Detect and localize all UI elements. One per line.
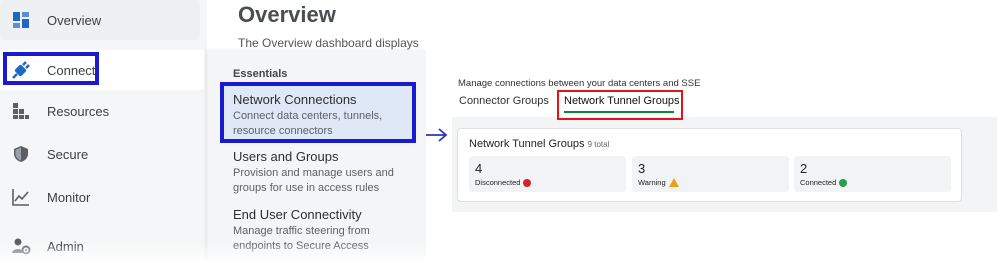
stat-value: 3	[638, 161, 646, 176]
stat-label-row: Warning	[638, 178, 679, 187]
warning-icon	[668, 178, 679, 187]
stat-label-row: Connected	[800, 178, 848, 187]
connect-flyout-menu: Essentials Network Connections Connect d…	[208, 50, 426, 261]
stat-value: 2	[800, 161, 808, 176]
connect-highlight-box	[3, 52, 99, 85]
network-tunnel-groups-screenshot: Manage connections between your data cen…	[452, 71, 997, 212]
navigation-screenshot: Overview Connect Resources Secure Monito	[0, 0, 426, 261]
bottom-fade	[0, 243, 426, 261]
menu-item-network-connections[interactable]: Network Connections Connect data centers…	[233, 92, 413, 139]
connections-description: Manage connections between your data cen…	[458, 78, 701, 89]
sidebar: Overview Connect Resources Secure Monito	[0, 0, 207, 261]
stat-label: Connected	[800, 178, 837, 187]
stat-label: Disconnected	[475, 178, 521, 187]
menu-item-description: Provision and manage users and groups fo…	[233, 167, 394, 194]
resources-icon	[11, 101, 31, 121]
connections-header: Manage connections between your data cen…	[452, 71, 997, 120]
sidebar-item-monitor[interactable]: Monitor	[0, 177, 200, 217]
tab-connector-groups[interactable]: Connector Groups	[459, 95, 549, 107]
sidebar-item-label: Monitor	[47, 189, 91, 205]
stat-connected[interactable]: 2 Connected	[794, 156, 951, 192]
menu-item-title: Users and Groups	[233, 149, 339, 164]
sidebar-item-label: Overview	[47, 12, 102, 28]
stat-label-row: Disconnected	[475, 178, 532, 187]
page-title: Overview	[238, 2, 336, 27]
sidebar-item-label: Secure	[47, 146, 89, 162]
shield-icon	[11, 144, 31, 164]
stat-label: Warning	[638, 178, 666, 187]
dashboard-icon	[11, 10, 31, 30]
card-title: Network Tunnel Groups 9 total	[469, 138, 609, 150]
menu-item-title: Network Connections	[233, 92, 357, 107]
stat-value: 4	[475, 161, 483, 176]
check-circle-icon	[839, 178, 848, 187]
sidebar-item-label: Resources	[47, 103, 110, 119]
menu-item-users-and-groups[interactable]: Users and Groups Provision and manage us…	[233, 149, 413, 196]
card-total-count: 9 total	[587, 140, 610, 149]
page-description: The Overview dashboard displays	[238, 36, 419, 50]
stat-disconnected[interactable]: 4 Disconnected	[469, 156, 626, 192]
tunnel-groups-summary-card: Network Tunnel Groups 9 total 4 Disconnec…	[457, 128, 962, 202]
sidebar-item-secure[interactable]: Secure	[0, 134, 200, 174]
sidebar-item-overview[interactable]: Overview	[0, 0, 200, 40]
chart-line-icon	[11, 187, 31, 207]
arrow-right-icon	[426, 128, 448, 142]
card-title-text: Network Tunnel Groups	[469, 138, 585, 150]
menu-item-description: Connect data centers, tunnels, resource …	[233, 110, 383, 137]
error-icon	[523, 178, 532, 187]
tunnel-tab-highlight-box	[557, 90, 683, 120]
stat-warning[interactable]: 3 Warning	[632, 156, 789, 192]
sidebar-item-resources[interactable]: Resources	[0, 91, 200, 131]
flyout-section-heading: Essentials	[233, 68, 288, 80]
menu-item-title: End User Connectivity	[233, 207, 362, 222]
